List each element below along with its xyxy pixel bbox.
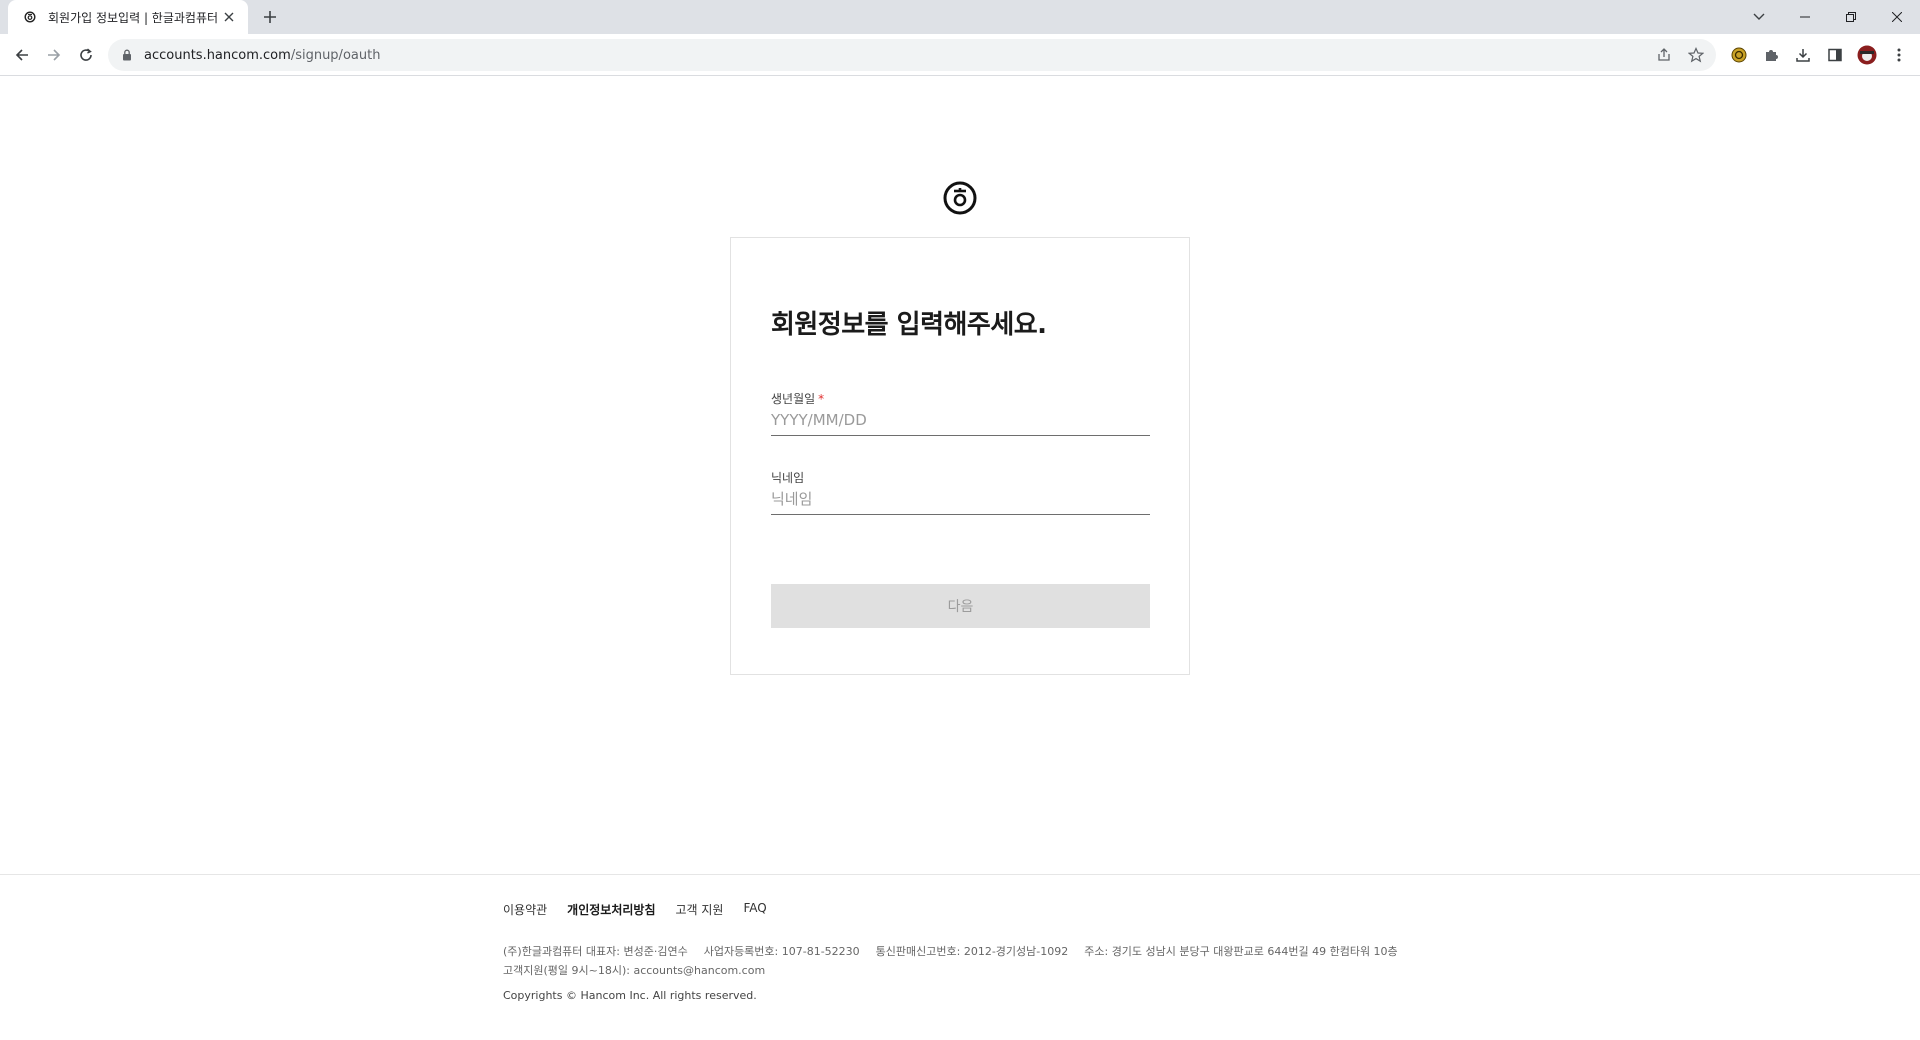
lock-icon[interactable]	[120, 48, 134, 62]
share-icon[interactable]	[1654, 45, 1674, 65]
extensions-puzzle-icon[interactable]	[1758, 41, 1784, 69]
page-title: 회원정보를 입력해주세요.	[771, 310, 1047, 340]
tab-title: 회원가입 정보입력 | 한글과컴퓨터	[48, 10, 219, 25]
next-button[interactable]: 다음	[771, 584, 1150, 628]
nickname-field: 닉네임	[771, 469, 1150, 515]
hancom-favicon-icon	[22, 9, 38, 25]
close-window-button[interactable]	[1874, 0, 1920, 34]
ecommerce-number: 통신판매신고번호: 2012-경기성남-1092	[875, 945, 1069, 958]
restore-button[interactable]	[1828, 0, 1874, 34]
footer-link-privacy[interactable]: 개인정보처리방침	[567, 901, 655, 918]
forward-button[interactable]	[40, 41, 68, 69]
nickname-label: 닉네임	[771, 471, 805, 485]
customer-support-info: 고객지원(평일 9시~18시): accounts@hancom.com	[503, 964, 766, 977]
reload-button[interactable]	[72, 41, 100, 69]
nickname-input[interactable]	[771, 485, 1150, 515]
browser-menu-icon[interactable]	[1886, 41, 1912, 69]
company-info: (주)한글과컴퓨터 대표자: 변성준·김연수 사업자등록번호: 107-81-5…	[503, 943, 1398, 959]
tab-strip: 회원가입 정보입력 | 한글과컴퓨터	[0, 0, 1920, 34]
close-tab-icon[interactable]	[220, 8, 238, 26]
page-content: 회원정보를 입력해주세요. 생년월일* 닉네임 다음 이용약관 개인정보처리방침…	[0, 77, 1920, 1040]
footer-link-support[interactable]: 고객 지원	[676, 901, 724, 918]
company-address: 주소: 경기도 성남시 분당구 대왕판교로 644번길 49 한컴타워 10층	[1084, 945, 1398, 958]
footer-links: 이용약관 개인정보처리방침 고객 지원 FAQ	[503, 901, 767, 918]
browser-toolbar: accounts.hancom.com/signup/oauth	[0, 34, 1920, 76]
profile-avatar-icon[interactable]	[1854, 41, 1880, 69]
hancom-logo-icon[interactable]	[943, 181, 977, 215]
download-icon[interactable]	[1790, 41, 1816, 69]
birth-date-input[interactable]	[771, 406, 1150, 436]
signup-card: 회원정보를 입력해주세요. 생년월일* 닉네임 다음	[730, 237, 1190, 675]
bookmark-star-icon[interactable]	[1686, 45, 1706, 65]
side-panel-icon[interactable]	[1822, 41, 1848, 69]
required-mark: *	[818, 392, 825, 406]
new-tab-button[interactable]	[260, 7, 280, 27]
copyright: Copyrights © Hancom Inc. All rights rese…	[503, 989, 757, 1002]
extension-coin-icon[interactable]	[1726, 41, 1752, 69]
business-number: 사업자등록번호: 107-81-52230	[703, 945, 860, 958]
url-host: accounts.hancom.com	[144, 47, 291, 63]
tab-search-icon[interactable]	[1748, 0, 1770, 34]
address-bar[interactable]: accounts.hancom.com/signup/oauth	[108, 39, 1716, 71]
company-name: (주)한글과컴퓨터 대표자: 변성준·김연수	[503, 945, 688, 958]
browser-tab[interactable]: 회원가입 정보입력 | 한글과컴퓨터	[8, 0, 248, 34]
url-text: accounts.hancom.com/signup/oauth	[144, 48, 380, 63]
footer-link-faq[interactable]: FAQ	[743, 901, 766, 918]
birth-date-field: 생년월일 *	[771, 390, 1150, 436]
back-button[interactable]	[8, 41, 36, 69]
url-path: /signup/oauth	[290, 47, 381, 63]
birth-date-label-text: 생년월일	[771, 392, 816, 406]
footer-link-terms[interactable]: 이용약관	[503, 901, 547, 918]
footer: 이용약관 개인정보처리방침 고객 지원 FAQ (주)한글과컴퓨터 대표자: 변…	[0, 874, 1920, 1040]
birth-date-label: 생년월일 *	[771, 390, 1150, 406]
minimize-button[interactable]	[1782, 0, 1828, 34]
